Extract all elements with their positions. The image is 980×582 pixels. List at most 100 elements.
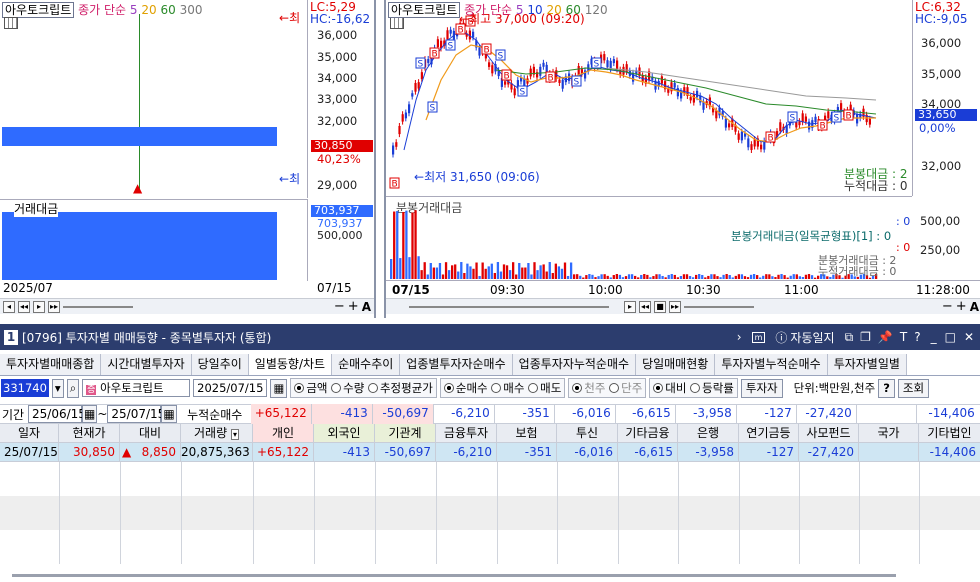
close-icon[interactable]: ✕ xyxy=(964,330,974,344)
right-vol-tick: 500,00 xyxy=(920,214,961,228)
stock-name-field[interactable]: 증 아우토크립트 xyxy=(82,379,191,397)
calendar-icon[interactable]: ▦ xyxy=(82,405,98,423)
radio-thousand-shares[interactable]: 천주 xyxy=(572,381,605,395)
left-chart-scrollbar[interactable]: ◂ ◂◂ ▸ ▸▸ − + A xyxy=(0,298,374,314)
fast-forward-icon[interactable]: ▸▸ xyxy=(48,300,60,313)
col-financial[interactable]: 금융투자 xyxy=(436,424,497,443)
tab-sector-net-buy[interactable]: 업종별투자자순매수 xyxy=(400,354,513,375)
tab-investor-daily[interactable]: 투자자별일별 xyxy=(827,354,907,375)
volume-bar xyxy=(640,274,643,279)
volume-bar xyxy=(478,275,481,279)
tab-net-buy-trend[interactable]: 순매수추이 xyxy=(332,354,401,375)
candle xyxy=(696,90,699,98)
copy-icon[interactable]: ❐ xyxy=(860,330,871,344)
auto-log-label[interactable]: 자동일지 xyxy=(790,329,834,346)
tab-daily-chart[interactable]: 일별동향/차트 xyxy=(248,354,333,375)
window-title-bar[interactable]: 1 [0796] 투자자별 매매동향 - 종목별투자자 (통합) › m ⓘ 자… xyxy=(0,324,980,350)
zoom-in-icon[interactable]: + xyxy=(348,299,359,314)
col-bank[interactable]: 은행 xyxy=(678,424,739,443)
font-size-icon[interactable]: T xyxy=(900,330,907,344)
calendar-icon[interactable]: ▦ xyxy=(161,405,177,423)
scroll-thumb[interactable] xyxy=(409,305,609,308)
col-insurance[interactable]: 보험 xyxy=(497,424,557,443)
query-button[interactable]: 조회 xyxy=(897,378,930,398)
zoom-out-icon[interactable]: − xyxy=(334,299,345,314)
help-icon[interactable]: ? xyxy=(914,330,920,344)
tab-daily-trend[interactable]: 당일추이 xyxy=(191,354,249,375)
font-icon[interactable]: A xyxy=(362,300,374,314)
right-stock-name-box[interactable]: 아우토크립트 xyxy=(388,2,461,18)
cell-bank: -3,958 xyxy=(678,443,739,462)
period-from-input[interactable]: 25/06/15 xyxy=(28,405,86,423)
volume-bar xyxy=(746,277,750,279)
tab-sector-cum-net-buy[interactable]: 업종투자자누적순매수 xyxy=(512,354,637,375)
right-chart-scrollbar[interactable]: ▸ ◂◂ ■ ▸▸ − + A xyxy=(386,298,980,314)
col-price[interactable]: 현재가 xyxy=(59,424,120,443)
col-date[interactable]: 일자 xyxy=(0,424,59,443)
scroll-left-icon[interactable]: ◂ xyxy=(3,300,15,313)
play-icon[interactable]: ▸ xyxy=(624,300,636,313)
tab-time-investor[interactable]: 시간대별투자자 xyxy=(101,354,192,375)
maximize-icon[interactable]: □ xyxy=(945,330,956,344)
minimize-icon[interactable]: _ xyxy=(931,330,937,344)
zoom-slider[interactable] xyxy=(684,305,754,308)
calendar-icon[interactable]: ▦ xyxy=(270,378,288,398)
radio-buy[interactable]: 매수 xyxy=(491,381,524,395)
left-vol-tag: 703,937 xyxy=(311,205,373,217)
zoom-out-icon[interactable]: − xyxy=(942,299,953,314)
radio-diff[interactable]: 대비 xyxy=(653,381,686,395)
col-individual[interactable]: 개인 xyxy=(253,424,314,443)
radio-single-shares[interactable]: 단주 xyxy=(609,381,642,395)
horizontal-scrollbar[interactable] xyxy=(12,574,896,577)
font-icon[interactable]: A xyxy=(970,300,980,314)
col-other-financial[interactable]: 기타금융 xyxy=(618,424,678,443)
rewind-icon[interactable]: ◂◂ xyxy=(639,300,651,313)
col-foreign[interactable]: 외국인 xyxy=(314,424,375,443)
radio-rate[interactable]: 등락률 xyxy=(690,381,734,395)
volume-bar xyxy=(563,262,567,279)
play-icon[interactable]: ▸ xyxy=(33,300,45,313)
search-icon[interactable]: ⌕ xyxy=(66,378,80,398)
menu-arrow-icon[interactable]: › xyxy=(737,330,742,344)
window-number: 1 xyxy=(4,329,18,345)
fast-forward-icon[interactable]: ▸▸ xyxy=(669,300,681,313)
radio-sell[interactable]: 매도 xyxy=(528,381,561,395)
tab-investor-summary[interactable]: 투자자별매매종합 xyxy=(0,354,102,375)
volume-bar xyxy=(396,211,399,279)
stop-icon[interactable]: ■ xyxy=(654,300,666,313)
col-volume[interactable]: 거래량 ▾ xyxy=(181,424,253,443)
help-button[interactable]: ? xyxy=(878,378,895,398)
col-diff[interactable]: 대비 xyxy=(120,424,181,443)
table-row[interactable]: 25/07/15 30,850 ▲ 8,850 20,875,363 +65,12… xyxy=(0,443,980,462)
code-dropdown-icon[interactable]: ▾ xyxy=(51,378,64,398)
memo-icon[interactable]: m xyxy=(751,331,766,343)
pin-icon[interactable]: 📌 xyxy=(878,330,893,344)
info-icon[interactable]: ⓘ xyxy=(775,329,787,346)
col-nation[interactable]: 국가 xyxy=(859,424,919,443)
cell-pension: -127 xyxy=(739,443,799,462)
zoom-slider[interactable] xyxy=(63,305,133,308)
volume-bar xyxy=(664,277,667,279)
date-input[interactable]: 2025/07/15 xyxy=(193,379,268,397)
period-to-input[interactable]: 25/07/15 xyxy=(107,405,165,423)
stock-code-input[interactable]: 331740 xyxy=(1,379,49,397)
candle xyxy=(763,140,766,150)
sum-other-corp: -14,406 xyxy=(928,406,975,420)
volume-bar xyxy=(655,274,658,279)
col-trust[interactable]: 투신 xyxy=(557,424,618,443)
scroll-start-icon[interactable]: ◂◂ xyxy=(18,300,30,313)
col-institution[interactable]: 기관계 xyxy=(375,424,436,443)
radio-avg-price[interactable]: 추정평균가 xyxy=(367,381,433,395)
col-pension[interactable]: 연기금등 xyxy=(739,424,799,443)
tab-daily-trades[interactable]: 당일매매현황 xyxy=(636,354,716,375)
investor-button[interactable]: 투자자 xyxy=(740,378,783,398)
radio-net-buy[interactable]: 순매수 xyxy=(443,381,488,395)
zoom-in-icon[interactable]: + xyxy=(956,299,967,314)
link-icon[interactable]: ⧉ xyxy=(845,330,854,345)
radio-amount[interactable]: 금액 xyxy=(294,381,327,395)
sort-dropdown-icon[interactable]: ▾ xyxy=(230,429,239,440)
col-other-corp[interactable]: 기타법인 xyxy=(919,424,980,443)
col-private-fund[interactable]: 사모펀드 xyxy=(799,424,859,443)
tab-investor-cum-net-buy[interactable]: 투자자별누적순매수 xyxy=(715,354,828,375)
radio-quantity[interactable]: 수량 xyxy=(331,381,364,395)
